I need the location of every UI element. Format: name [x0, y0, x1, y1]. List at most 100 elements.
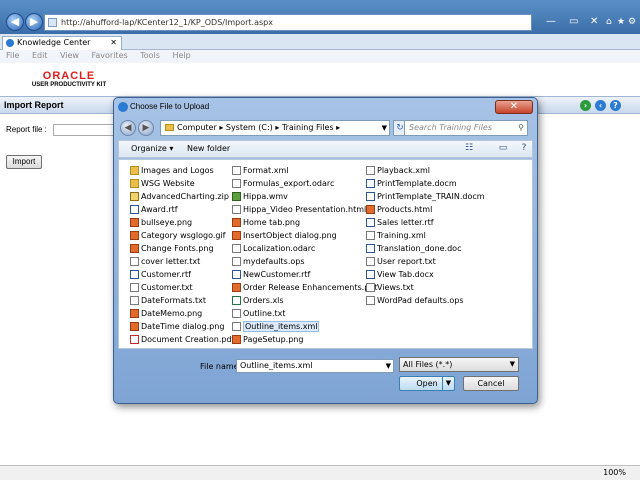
dialog-toolbar: Organize ▾ New folder ☷ ▭ ? [118, 140, 533, 158]
dialog-path-bar[interactable]: Computer ▸ System (C:) ▸ Training Files … [160, 120, 390, 136]
img-file-icon [232, 218, 241, 227]
doc-file-icon [366, 283, 375, 292]
file-name: WordPad defaults.ops [377, 296, 464, 305]
home-icon[interactable]: ⌂ [606, 17, 612, 27]
dialog-back-icon[interactable]: ◀ [120, 120, 136, 136]
file-type-select[interactable]: All Files (*.*) ▼ [399, 357, 519, 372]
file-name: Hippa_Video Presentation.html [243, 205, 367, 214]
tools-icon[interactable]: ⚙ [628, 17, 636, 27]
file-item[interactable]: Hippa.wmv [231, 190, 366, 203]
img-file-icon [130, 309, 139, 318]
cancel-button[interactable]: Cancel [463, 376, 519, 391]
file-name: Category wsglogo.gif [141, 231, 226, 240]
img-file-icon [130, 218, 139, 227]
address-bar[interactable]: http://ahufford-lap/KCenter12_1/KP_ODS/I… [44, 14, 532, 31]
menu-favorites[interactable]: Favorites [92, 51, 128, 60]
file-name: Translation_done.doc [377, 244, 462, 253]
file-item[interactable]: Sales letter.rtf [365, 216, 500, 229]
file-item[interactable]: Format.xml [231, 164, 366, 177]
file-item[interactable]: InsertObject dialog.png [231, 229, 366, 242]
zip-file-icon [130, 192, 139, 201]
preview-pane-icon[interactable]: ▭ [497, 143, 509, 154]
file-name: Views.txt [377, 283, 414, 292]
file-name: Format.xml [243, 166, 289, 175]
file-name: Home tab.png [243, 218, 301, 227]
word-file-icon [366, 218, 375, 227]
menu-edit[interactable]: Edit [32, 51, 48, 60]
file-name: Formulas_export.odarc [243, 179, 335, 188]
menu-file[interactable]: File [6, 51, 19, 60]
folder-file-icon [130, 166, 139, 175]
file-name: Outline.txt [243, 309, 286, 318]
file-item[interactable]: Localization.odarc [231, 242, 366, 255]
import-button[interactable]: Import [6, 155, 42, 169]
zoom-level[interactable]: 100% [603, 468, 626, 477]
close-icon[interactable]: ✕ [590, 16, 598, 27]
maximize-icon[interactable]: ▭ [569, 16, 578, 27]
choose-file-dialog: Choose File to Upload ✕ ◀ ▶ Computer ▸ S… [113, 97, 538, 404]
minimize-icon[interactable]: — [546, 16, 556, 27]
file-item[interactable]: Outline_items.xml [231, 320, 366, 333]
file-item[interactable]: Products.html [365, 203, 500, 216]
file-item[interactable]: Order Release Enhancements.ppt [231, 281, 378, 294]
doc-file-icon [130, 257, 139, 266]
chevron-down-icon[interactable]: ▼ [382, 121, 387, 135]
file-item[interactable]: Training.xml [365, 229, 500, 242]
search-icon: ⚲ [518, 123, 524, 132]
file-item[interactable]: Outline.txt [231, 307, 366, 320]
file-item[interactable]: NewCustomer.rtf [231, 268, 366, 281]
file-name: Outline_items.xml [243, 321, 320, 332]
file-name: Images and Logos [141, 166, 214, 175]
file-item[interactable]: Translation_done.doc [365, 242, 500, 255]
file-name: DateFormats.txt [141, 296, 207, 305]
tab-knowledge-center[interactable]: Knowledge Center ✕ [2, 36, 122, 50]
forward-button[interactable]: ▶ [25, 13, 43, 31]
tab-row: Knowledge Center ✕ [0, 34, 640, 50]
file-item[interactable]: PageSetup.png [231, 333, 366, 346]
file-item[interactable]: PrintTemplate.docm [365, 177, 500, 190]
back-nav-icon[interactable]: ‹ [595, 100, 606, 111]
file-name-input[interactable]: Outline_items.xml ▼ [236, 359, 394, 373]
file-item[interactable]: User report.txt [365, 255, 500, 268]
file-item[interactable]: PrintTemplate_TRAIN.docm [365, 190, 500, 203]
doc-file-icon [366, 296, 375, 305]
file-item[interactable]: Orders.xls [231, 294, 366, 307]
dialog-close-button[interactable]: ✕ [495, 100, 533, 114]
help-icon[interactable]: ? [610, 100, 621, 111]
file-item[interactable]: WordPad defaults.ops [365, 294, 500, 307]
doc-file-icon [232, 244, 241, 253]
file-column-2: Format.xml Formulas_export.odarc Hippa.wmv… [231, 164, 378, 346]
new-folder-button[interactable]: New folder [187, 144, 230, 153]
file-item[interactable]: Hippa_Video Presentation.html [231, 203, 366, 216]
tab-close-icon[interactable]: ✕ [110, 37, 117, 49]
status-bar: 100% [0, 465, 640, 480]
img-file-icon [366, 205, 375, 214]
menu-view[interactable]: View [60, 51, 79, 60]
favorites-icon[interactable]: ★ [617, 17, 625, 27]
dialog-forward-icon[interactable]: ▶ [138, 120, 154, 136]
go-icon[interactable]: › [580, 100, 591, 111]
organize-button[interactable]: Organize ▾ [131, 144, 173, 153]
file-item[interactable]: mydefaults.ops [231, 255, 366, 268]
word-file-icon [130, 205, 139, 214]
menu-tools[interactable]: Tools [140, 51, 160, 60]
open-button[interactable]: Open ▼ [399, 376, 455, 391]
view-options-icon[interactable]: ☷ [463, 143, 475, 154]
file-item[interactable]: Playback.xml [365, 164, 500, 177]
chevron-down-icon[interactable]: ▼ [386, 360, 391, 372]
help-icon[interactable]: ? [518, 143, 530, 154]
menu-help[interactable]: Help [172, 51, 190, 60]
file-name: InsertObject dialog.png [243, 231, 337, 240]
file-name: AdvancedCharting.zip [141, 192, 229, 201]
file-name: PageSetup.png [243, 335, 304, 344]
file-item[interactable]: View Tab.docx [365, 268, 500, 281]
file-type-value: All Files (*.*) [403, 360, 453, 369]
file-item[interactable]: Views.txt [365, 281, 500, 294]
file-item[interactable]: Home tab.png [231, 216, 366, 229]
back-button[interactable]: ◀ [6, 13, 24, 31]
ie-icon [6, 39, 14, 47]
file-item[interactable]: Formulas_export.odarc [231, 177, 366, 190]
open-dropdown-icon[interactable]: ▼ [442, 377, 454, 390]
oracle-upk-logo: ORACLE USER PRODUCTIVITY KIT [14, 70, 124, 88]
search-input[interactable]: Search Training Files ⚲ [404, 120, 528, 136]
